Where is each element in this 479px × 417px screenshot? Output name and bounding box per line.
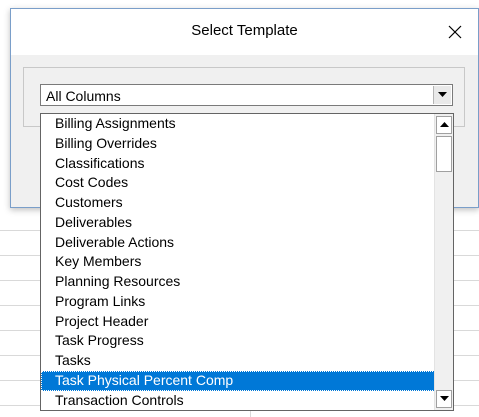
scroll-down-button[interactable] <box>436 390 452 408</box>
list-item[interactable]: Cost Codes <box>41 173 435 193</box>
list-item[interactable]: Key Members <box>41 252 435 272</box>
list-item[interactable]: Billing Overrides <box>41 134 435 154</box>
list-item[interactable]: Project Header <box>41 312 435 332</box>
list-item[interactable]: Deliverables <box>41 213 435 233</box>
combo-dropdown-button[interactable] <box>433 86 451 104</box>
scroll-up-arrow-icon <box>439 122 449 127</box>
scroll-down-arrow-icon <box>439 396 449 401</box>
dropdown-scrollbar[interactable] <box>434 114 453 410</box>
dropdown-items: Billing Assignments Billing Overrides Cl… <box>41 114 435 410</box>
list-item[interactable]: Program Links <box>41 292 435 312</box>
list-item-highlighted[interactable]: Task Physical Percent Comp <box>41 370 435 391</box>
list-item[interactable]: Billing Assignments <box>41 114 435 134</box>
list-item[interactable]: Customers <box>41 193 435 213</box>
list-item[interactable]: Planning Resources <box>41 272 435 292</box>
list-item[interactable]: Task Progress <box>41 331 435 351</box>
list-item[interactable]: Classifications <box>41 154 435 174</box>
combo-selected-value: All Columns <box>46 88 121 104</box>
scrollbar-thumb[interactable] <box>436 136 452 172</box>
list-item[interactable]: Deliverable Actions <box>41 233 435 253</box>
close-x-icon <box>448 25 462 39</box>
scroll-up-button[interactable] <box>436 116 452 134</box>
list-item[interactable]: Tasks <box>41 351 435 371</box>
close-button[interactable] <box>432 9 478 55</box>
template-dropdown-list[interactable]: Billing Assignments Billing Overrides Cl… <box>40 113 454 411</box>
template-combobox[interactable]: All Columns <box>40 84 453 106</box>
dialog-title: Select Template <box>191 22 298 39</box>
dialog-titlebar: Select Template <box>11 9 478 55</box>
chevron-down-icon <box>438 92 447 97</box>
list-item[interactable]: Transaction Controls <box>41 391 435 411</box>
